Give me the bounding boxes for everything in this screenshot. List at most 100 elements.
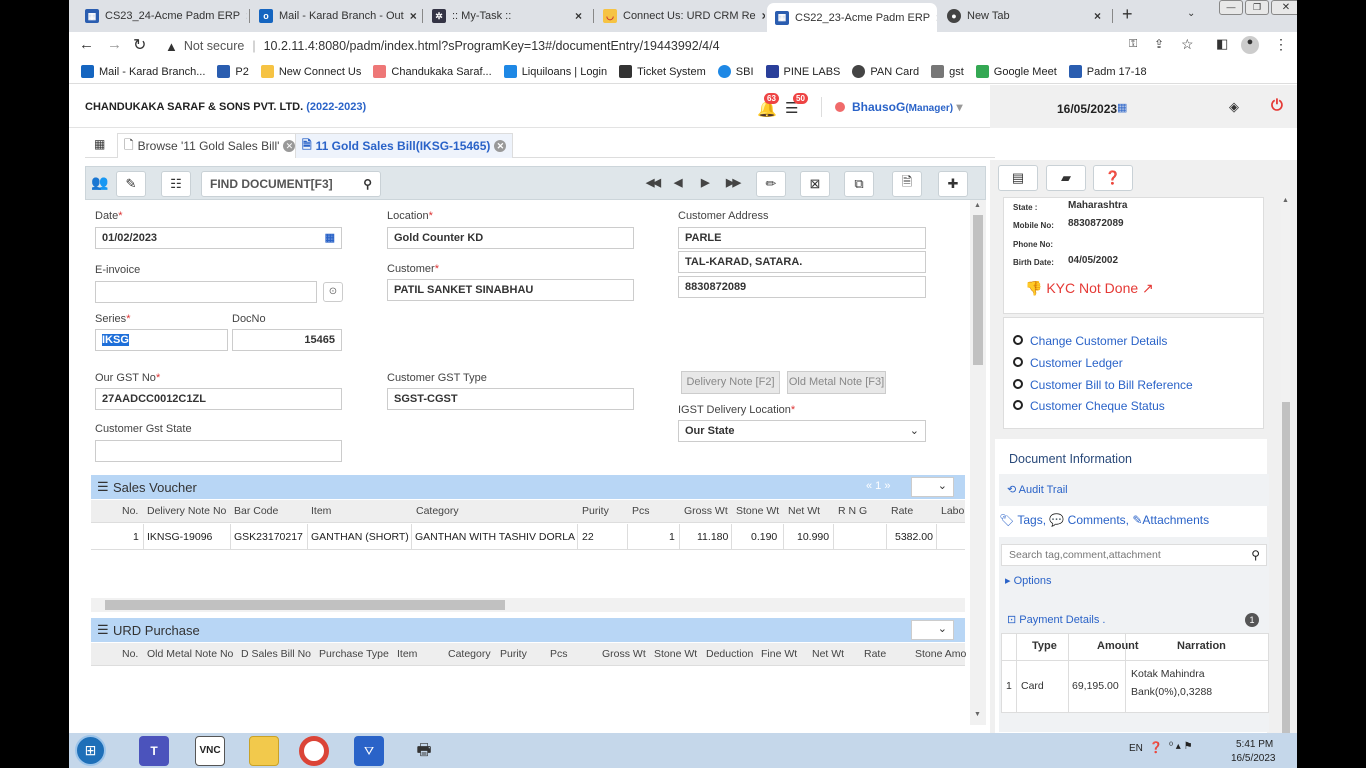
- prev-record-icon[interactable]: ◀: [674, 176, 683, 189]
- bookmark-ticket[interactable]: Ticket System: [619, 65, 706, 78]
- current-date[interactable]: 16/05/2023: [1057, 102, 1117, 116]
- location-input[interactable]: Gold Counter KD: [387, 227, 634, 249]
- cust-gst-type-input[interactable]: SGST-CGST: [387, 388, 634, 410]
- bill-to-bill-link[interactable]: Customer Bill to Bill Reference: [1030, 378, 1193, 392]
- reload-icon[interactable]: ↻: [133, 35, 146, 55]
- tab-connect[interactable]: ◡ Connect Us: URD CRM Re ×: [595, 4, 765, 28]
- table-row[interactable]: 1 IKNSG-19096 GSK23170217 GANTHAN (SHORT…: [91, 524, 965, 550]
- cust-gst-state-input[interactable]: [95, 440, 342, 462]
- maximize-icon[interactable]: ❐: [1245, 0, 1269, 15]
- menu-icon[interactable]: ⋮: [1274, 36, 1288, 53]
- hide-icon[interactable]: ◈: [1229, 99, 1239, 115]
- edit-button[interactable]: ✎: [116, 171, 146, 197]
- kyc-status[interactable]: 👎 KYC Not Done ↗: [1025, 280, 1154, 297]
- last-record-icon[interactable]: ▶▶: [726, 176, 741, 189]
- tags-comments-link[interactable]: 🏷 Tags, 💬 Comments, ✎Attachments: [999, 513, 1209, 527]
- pager[interactable]: « 1 »: [866, 480, 890, 492]
- bookmark-chandukaka[interactable]: Chandukaka Saraf...: [373, 65, 492, 78]
- bookmark-sbi[interactable]: SBI: [717, 65, 754, 78]
- bookmark-new-connect[interactable]: New Connect Us: [260, 65, 361, 78]
- bookmark-padm[interactable]: Padm 17-18: [1068, 65, 1147, 78]
- tab-cs23[interactable]: ▦ CS23_24-Acme Padm ERP ×: [77, 4, 247, 28]
- bookmark-meet[interactable]: Google Meet: [975, 65, 1057, 78]
- tab-gold-sales-bill[interactable]: 🗎 11 Gold Sales Bill(IKSG-15465) ✕: [295, 133, 514, 158]
- users-icon[interactable]: 👥: [91, 174, 108, 191]
- search-icon[interactable]: ⚲: [363, 172, 372, 196]
- printer-icon[interactable]: 🖶: [409, 736, 439, 766]
- chevron-down-icon[interactable]: ⌄: [1187, 8, 1195, 19]
- customer-ledger-link[interactable]: Customer Ledger: [1030, 356, 1123, 370]
- docno-input[interactable]: 15465: [232, 329, 342, 351]
- bookmark-p2[interactable]: P2: [217, 65, 249, 78]
- chrome-taskbar-icon[interactable]: [299, 736, 329, 766]
- customer-input[interactable]: PATIL SANKET SINABHAU: [387, 279, 634, 301]
- tag-search-input[interactable]: Search tag,comment,attachment ⚲: [1001, 544, 1267, 566]
- sidepanel-icon[interactable]: ◧: [1216, 36, 1228, 52]
- close-icon[interactable]: ×: [246, 9, 247, 23]
- user-menu[interactable]: BhausoG(Manager) ▾: [852, 100, 963, 114]
- first-record-icon[interactable]: ◀◀: [646, 176, 661, 189]
- calendar-icon[interactable]: ▦: [1117, 101, 1127, 114]
- bookmark-pan[interactable]: PAN Card: [852, 65, 919, 78]
- notes-tab-button[interactable]: ▰: [1046, 165, 1086, 191]
- gst-input[interactable]: 27AADCC0012C1ZL: [95, 388, 342, 410]
- start-button[interactable]: ⊞: [75, 735, 106, 766]
- cancel-doc-button[interactable]: ⊠: [800, 171, 830, 197]
- right-panel-scrollbar[interactable]: ▲: [1281, 197, 1291, 733]
- bookmark-pine[interactable]: PINE LABS: [765, 65, 840, 78]
- address-line-1[interactable]: PARLE: [678, 227, 926, 249]
- key-icon[interactable]: ⚿: [1129, 38, 1137, 51]
- pencil-button[interactable]: ✏: [756, 171, 786, 197]
- page-size-select[interactable]: ⌄: [911, 477, 954, 497]
- copy-button[interactable]: ⧉: [844, 171, 874, 197]
- igst-select[interactable]: Our State ⌄: [678, 420, 926, 442]
- document-button[interactable]: 🗎: [892, 171, 922, 197]
- tab-mail[interactable]: o Mail - Karad Branch - Out ×: [251, 4, 419, 28]
- new-tab-button[interactable]: +: [1122, 4, 1133, 25]
- forward-icon[interactable]: →: [107, 36, 122, 53]
- close-icon[interactable]: ×: [410, 9, 417, 23]
- omnibox[interactable]: ▲ Not secure | 10.2.11.4:8080/padm/index…: [165, 34, 1195, 58]
- minimize-icon[interactable]: —: [1219, 0, 1243, 15]
- power-icon[interactable]: ⏻: [1271, 97, 1283, 114]
- tab-newtab[interactable]: ● New Tab ×: [939, 4, 1109, 28]
- audit-trail-row[interactable]: ⟲ Audit Trail: [999, 474, 1269, 506]
- change-customer-link[interactable]: Change Customer Details: [1030, 334, 1167, 348]
- address-line-3[interactable]: 8830872089: [678, 276, 926, 298]
- info-tab-button[interactable]: ▤: [998, 165, 1038, 191]
- add-button[interactable]: ✚: [938, 171, 968, 197]
- form-scrollbar[interactable]: ▲ ▼: [970, 200, 986, 725]
- einvoice-input[interactable]: [95, 281, 317, 303]
- explorer-icon[interactable]: [249, 736, 279, 766]
- bookmark-mail[interactable]: Mail - Karad Branch...: [81, 65, 205, 78]
- cheque-status-link[interactable]: Customer Cheque Status: [1030, 399, 1165, 413]
- options-link[interactable]: ▸ Options: [1005, 574, 1052, 587]
- sales-voucher-hscroll[interactable]: [91, 598, 965, 612]
- tab-mytask[interactable]: ✲ :: My-Task :: ×: [424, 4, 590, 28]
- series-input[interactable]: IKSG: [95, 329, 228, 351]
- clock-date[interactable]: 16/5/2023: [1231, 753, 1276, 764]
- date-input[interactable]: 01/02/2023 ▦: [95, 227, 342, 249]
- payment-title[interactable]: ⊡ Payment Details .: [1007, 613, 1105, 626]
- tab-cs22-active[interactable]: ▦ CS22_23-Acme Padm ERP ×: [767, 3, 937, 32]
- close-icon[interactable]: ×: [762, 9, 765, 23]
- address-line-2[interactable]: TAL-KARAD, SATARA.: [678, 251, 926, 273]
- close-icon[interactable]: ×: [936, 11, 937, 25]
- clock-time[interactable]: 5:41 PM: [1236, 739, 1273, 750]
- apps-grid-icon[interactable]: ▦: [94, 137, 105, 151]
- close-icon[interactable]: ×: [575, 9, 582, 23]
- help-tray-icon[interactable]: ❓: [1149, 741, 1163, 754]
- next-record-icon[interactable]: ▶: [701, 176, 710, 189]
- page-size-select[interactable]: ⌄: [911, 620, 954, 640]
- share-icon[interactable]: ⇪: [1154, 37, 1164, 51]
- app-taskbar-icon[interactable]: ⛛: [354, 736, 384, 766]
- tab-browse[interactable]: 🗋 Browse '11 Gold Sales Bill' ✕: [117, 133, 303, 158]
- vnc-icon[interactable]: VNC: [195, 736, 225, 766]
- profile-icon[interactable]: ●: [1241, 36, 1259, 54]
- help-tab-button[interactable]: ❓: [1093, 165, 1133, 191]
- teams-icon[interactable]: T: [139, 736, 169, 766]
- window-close-icon[interactable]: ✕: [1271, 0, 1297, 15]
- einvoice-action-icon[interactable]: ⊙: [323, 282, 343, 302]
- delivery-note-button[interactable]: Delivery Note [F2]: [681, 371, 780, 394]
- close-icon[interactable]: ✕: [494, 140, 507, 152]
